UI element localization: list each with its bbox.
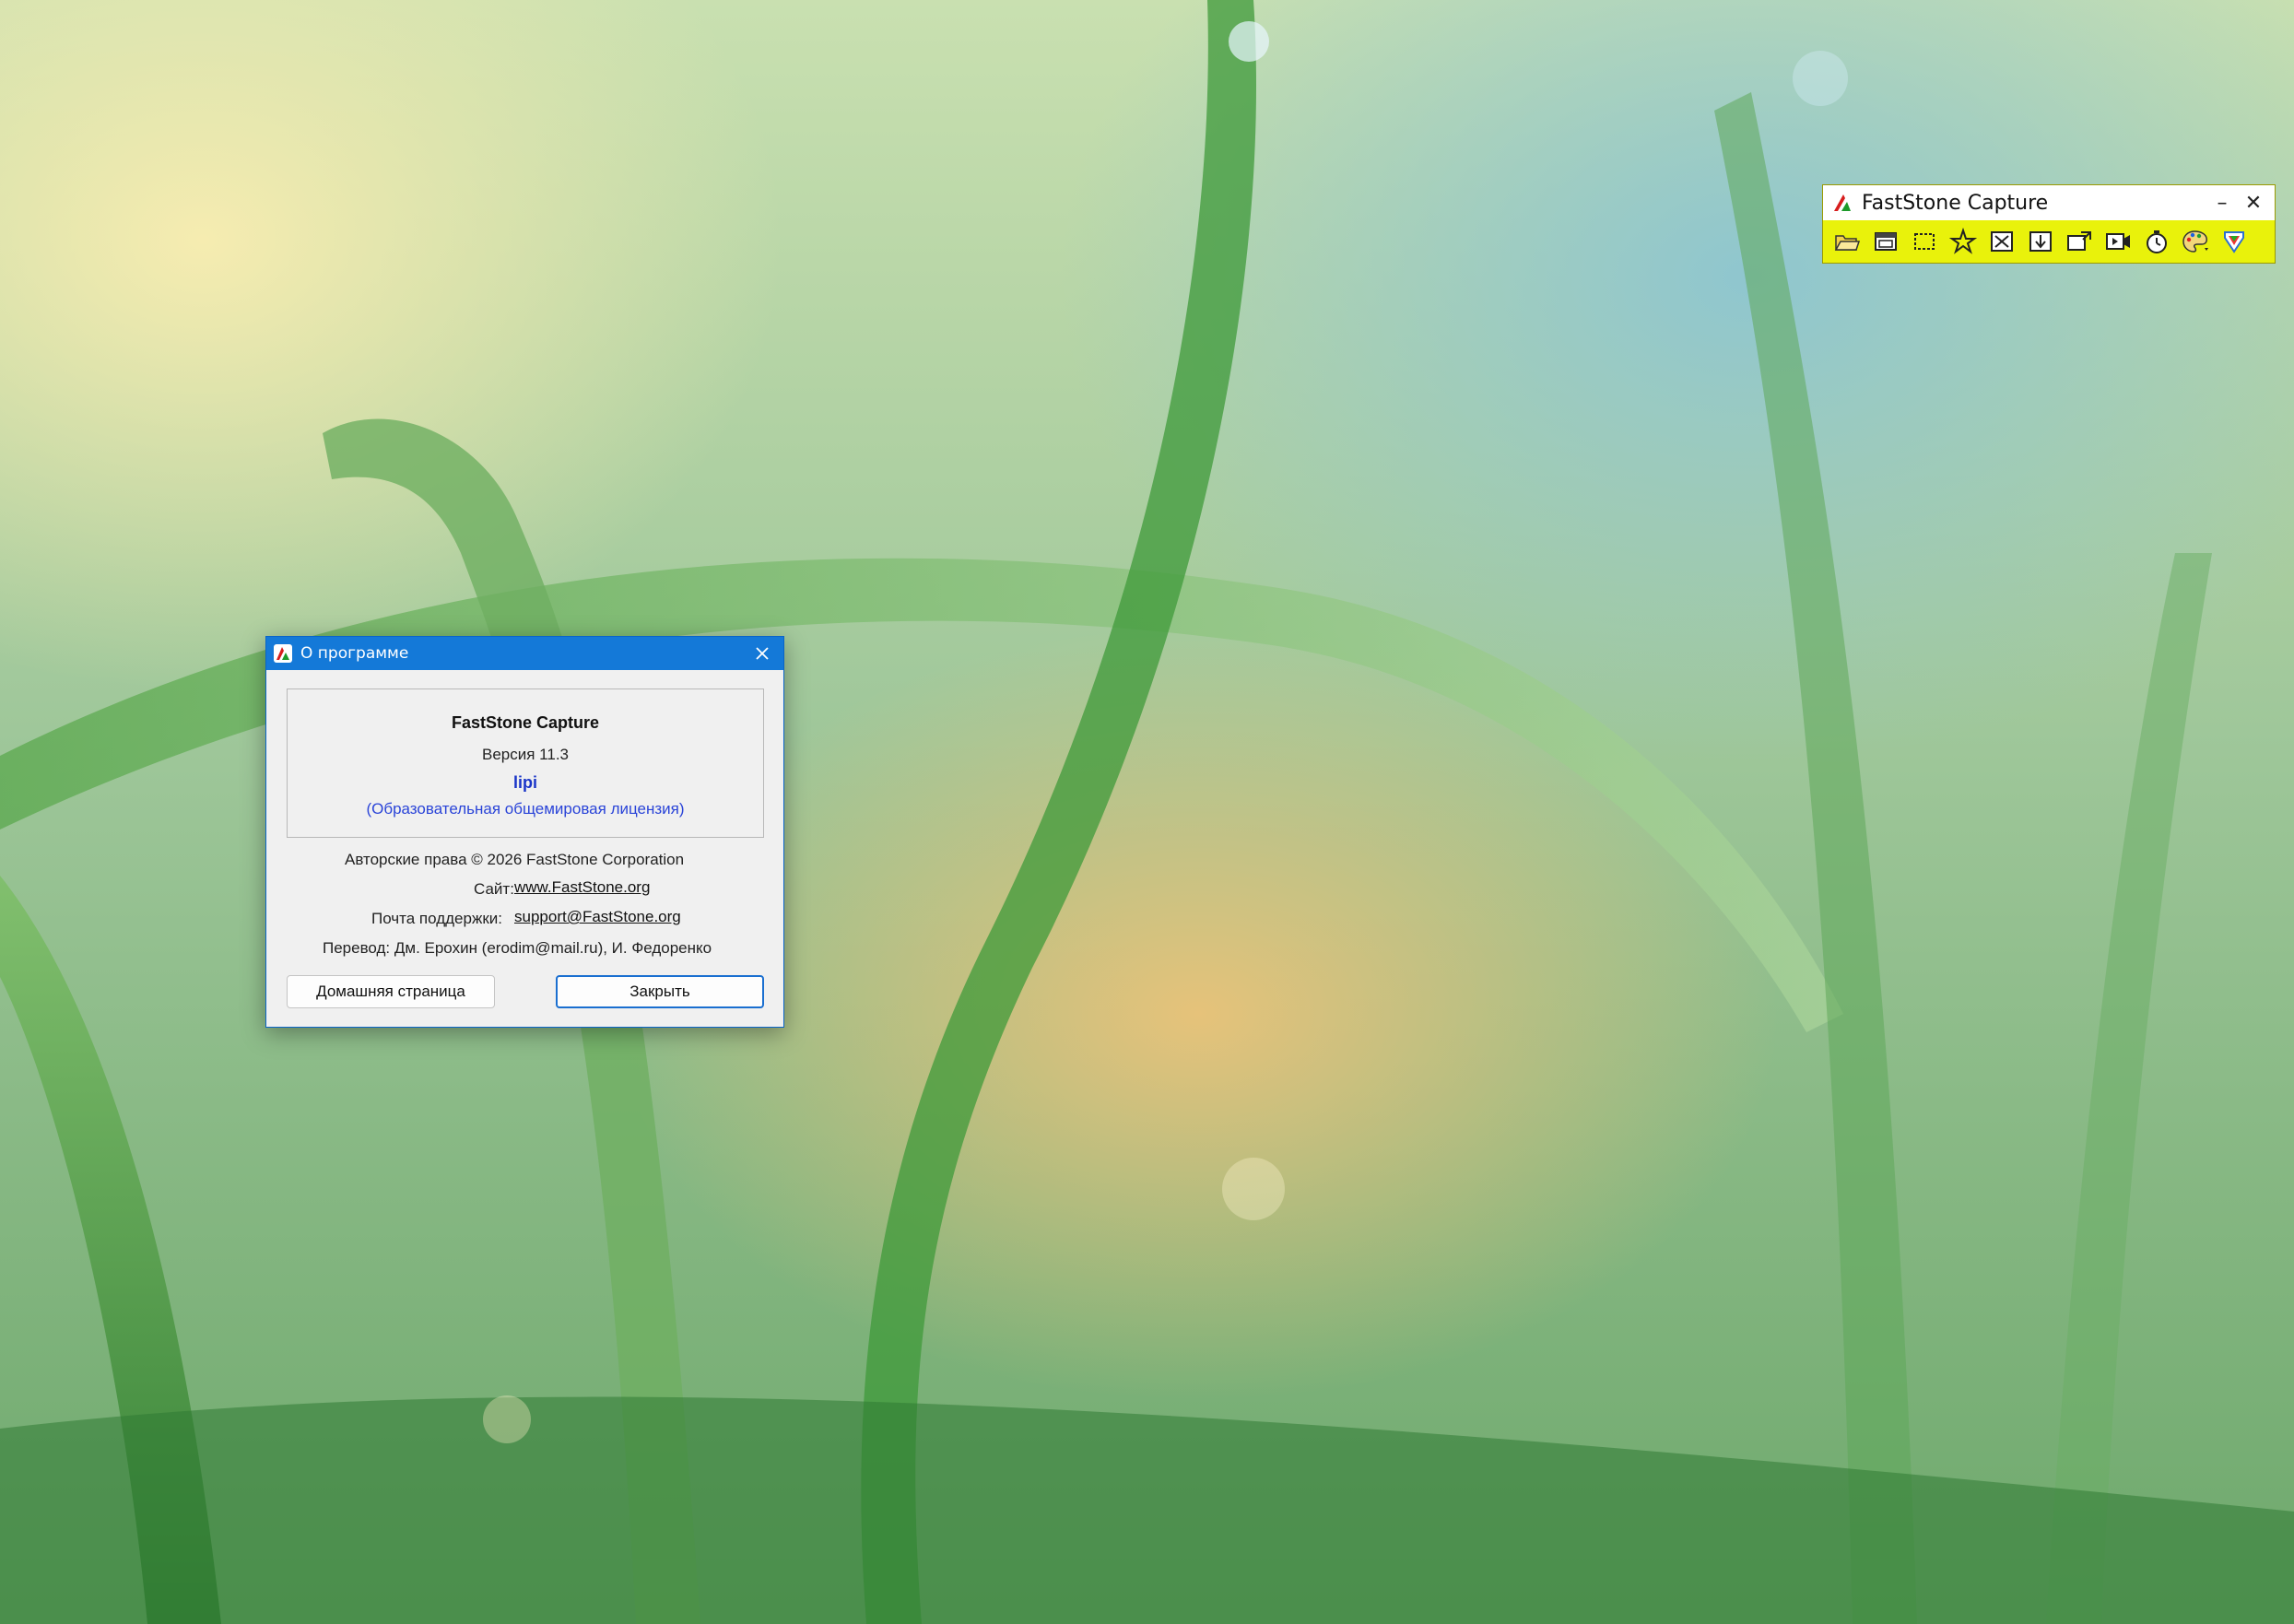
app-icon (274, 644, 292, 663)
product-info-box: FastStone Capture Версия 11.3 lipi (Обра… (287, 688, 764, 838)
capture-freehand-icon[interactable] (1947, 225, 1980, 258)
support-email-link[interactable]: support@FastStone.org (514, 908, 681, 926)
color-palette-icon[interactable] (2179, 225, 2212, 258)
capture-window-icon[interactable] (1869, 225, 1902, 258)
translation-credits: Перевод: Дм. Ерохин (erodim@mail.ru), И.… (323, 939, 712, 957)
capture-fixed-region-icon[interactable] (2063, 225, 2096, 258)
dialog-title: О программе (300, 644, 409, 663)
home-page-button[interactable]: Домашняя страница (287, 975, 495, 1008)
screen-recorder-icon[interactable] (2101, 225, 2135, 258)
faststone-capture-toolbar: FastStone Capture – ✕ (1822, 184, 2276, 264)
close-button[interactable]: ✕ (2238, 189, 2269, 217)
capture-scrolling-icon[interactable] (2024, 225, 2057, 258)
minimize-button[interactable]: – (2206, 189, 2238, 217)
copyright-text: Авторские права © 2026 FastStone Corpora… (345, 851, 685, 868)
capture-rectangle-icon[interactable] (1908, 225, 1941, 258)
version-text: Версия 11.3 (482, 746, 569, 763)
toolbar-titlebar[interactable]: FastStone Capture – ✕ (1823, 185, 2275, 220)
settings-menu-icon[interactable] (2218, 225, 2251, 258)
open-folder-icon[interactable] (1830, 225, 1864, 258)
dialog-titlebar[interactable]: О программе (266, 637, 783, 670)
faststone-logo-icon (1834, 194, 1851, 211)
capture-fullscreen-icon[interactable] (1985, 225, 2018, 258)
product-name: FastStone Capture (451, 713, 600, 732)
close-dialog-button[interactable]: Закрыть (556, 975, 764, 1008)
site-link[interactable]: www.FastStone.org (514, 878, 650, 897)
license-type: (Образовательная общемировая лицензия) (366, 800, 685, 818)
support-label: Почта поддержки: (371, 910, 502, 927)
about-dialog: О программе FastStone Capture Версия 11.… (265, 636, 784, 1028)
dialog-close-button[interactable] (747, 640, 778, 667)
delay-timer-icon[interactable] (2140, 225, 2173, 258)
licensed-user: lipi (513, 773, 537, 792)
capture-tools (1823, 220, 2275, 263)
close-icon (756, 647, 769, 660)
toolbar-title: FastStone Capture (1862, 191, 2049, 215)
site-label: Сайт: (474, 880, 514, 898)
